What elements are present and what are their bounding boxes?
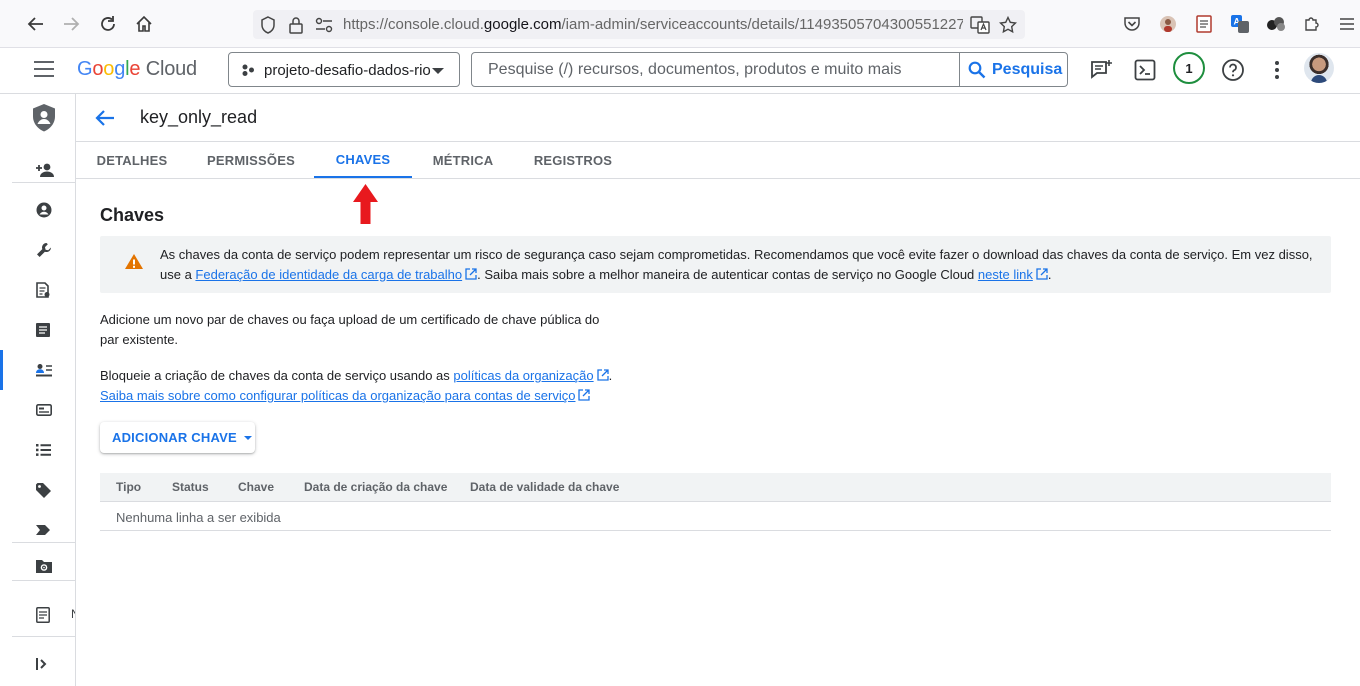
address-bar[interactable]: https://console.cloud.google.com/iam-adm… bbox=[253, 10, 1025, 39]
tab-bar: DETALHES PERMISSÕES CHAVES MÉTRICA REGIS… bbox=[76, 142, 1360, 179]
search-button[interactable]: Pesquisa bbox=[959, 53, 1067, 86]
reload-icon[interactable] bbox=[94, 10, 122, 38]
translate-icon[interactable] bbox=[969, 14, 991, 36]
audit-icon[interactable] bbox=[0, 310, 75, 350]
back-icon[interactable] bbox=[22, 10, 50, 38]
empty-table-message: Nenhuma linha a ser exibida bbox=[116, 510, 281, 525]
project-picker[interactable]: projeto-desafio-dados-rio bbox=[228, 52, 460, 87]
warning-icon bbox=[125, 254, 143, 269]
add-key-label: ADICIONAR CHAVE bbox=[112, 430, 237, 445]
warning-text: As chaves da conta de serviço podem repr… bbox=[160, 247, 1313, 282]
column-header-status[interactable]: Status bbox=[172, 480, 209, 494]
intro-line-2: par existente. bbox=[100, 332, 179, 347]
logo-google: Google bbox=[77, 58, 141, 80]
external-link-icon bbox=[578, 389, 591, 401]
policy-doc-icon[interactable] bbox=[0, 270, 75, 310]
label-icon[interactable] bbox=[0, 510, 75, 550]
block-keys-text: Bloqueie a criação de chaves da conta de… bbox=[100, 368, 454, 383]
learn-more-org-policies-link[interactable]: Saiba mais sobre como configurar polític… bbox=[100, 388, 591, 403]
card-icon[interactable] bbox=[0, 390, 75, 430]
page-title-bar: key_only_read bbox=[76, 94, 1360, 142]
project-icon bbox=[242, 64, 254, 76]
add-key-button[interactable]: ADICIONAR CHAVE bbox=[100, 422, 255, 453]
search-icon bbox=[968, 61, 986, 78]
list-icon[interactable] bbox=[0, 430, 75, 470]
sidebar-divider bbox=[12, 580, 76, 581]
gemini-chat-icon[interactable] bbox=[1087, 56, 1115, 84]
column-header-type[interactable]: Tipo bbox=[116, 480, 141, 494]
dropdown-arrow-icon bbox=[243, 435, 252, 440]
best-practices-link[interactable]: neste link bbox=[978, 267, 1048, 282]
project-name: projeto-desafio-dados-rio bbox=[264, 62, 431, 79]
intro-text: Adicione um novo par de chaves ou faça u… bbox=[100, 310, 599, 350]
column-header-key[interactable]: Chave bbox=[238, 480, 274, 494]
table-row: Nenhuma linha a ser exibida bbox=[100, 502, 1331, 531]
tab-metrics[interactable]: MÉTRICA bbox=[412, 142, 514, 178]
permissions-icon[interactable] bbox=[313, 14, 335, 36]
shield-icon[interactable] bbox=[257, 14, 279, 36]
extensions-puzzle-icon[interactable] bbox=[1301, 13, 1323, 35]
org-policies-link[interactable]: políticas da organização bbox=[453, 368, 609, 383]
security-warning-banner: As chaves da conta de serviço podem repr… bbox=[100, 236, 1331, 293]
workload-identity-federation-link[interactable]: Federação de identidade da carga de trab… bbox=[195, 267, 477, 282]
external-link-icon bbox=[596, 369, 609, 381]
annotation-up-arrow-icon bbox=[353, 184, 378, 224]
translator-extension-icon[interactable]: A bbox=[1229, 13, 1251, 35]
account-avatar[interactable] bbox=[1304, 53, 1334, 83]
cloud-shell-icon[interactable] bbox=[1131, 56, 1159, 84]
browser-toolbar: https://console.cloud.google.com/iam-adm… bbox=[0, 0, 1360, 48]
column-header-expiry-date[interactable]: Data de validade da chave bbox=[470, 480, 619, 494]
tag-icon[interactable] bbox=[0, 470, 75, 510]
main-menu-icon[interactable] bbox=[34, 61, 54, 77]
tab-permissions[interactable]: PERMISSÕES bbox=[188, 142, 314, 178]
release-notes-icon[interactable]: N bbox=[0, 595, 75, 635]
org-policy-text: Bloqueie a criação de chaves da conta de… bbox=[100, 368, 613, 403]
external-link-icon bbox=[465, 268, 477, 280]
pocket-icon[interactable] bbox=[1121, 13, 1143, 35]
more-vert-icon[interactable] bbox=[1263, 56, 1291, 84]
sidebar-clipped-label: N bbox=[71, 607, 75, 621]
url-text: https://console.cloud.google.com/iam-adm… bbox=[343, 16, 963, 33]
intro-line-1: Adicione um novo par de chaves ou faça u… bbox=[100, 312, 600, 327]
sidebar-divider bbox=[12, 636, 76, 637]
tab-keys[interactable]: CHAVES bbox=[314, 142, 412, 178]
section-heading: Chaves bbox=[100, 205, 165, 225]
home-icon[interactable] bbox=[130, 10, 158, 38]
column-header-creation-date[interactable]: Data de criação da chave bbox=[304, 480, 447, 494]
add-person-icon[interactable] bbox=[0, 150, 75, 190]
keys-table: Tipo Status Chave Data de criação da cha… bbox=[100, 473, 1331, 531]
collapse-icon[interactable] bbox=[0, 644, 75, 684]
console-header: Google Cloud projeto-desafio-dados-rio P… bbox=[0, 48, 1360, 94]
table-header: Tipo Status Chave Data de criação da cha… bbox=[100, 473, 1331, 502]
back-arrow-icon[interactable] bbox=[94, 107, 116, 129]
sidebar-divider bbox=[12, 542, 76, 543]
search-box: Pesquisa bbox=[471, 52, 1068, 87]
logo-cloud-word: Cloud bbox=[145, 58, 197, 80]
forward-icon[interactable] bbox=[57, 10, 85, 38]
account-icon[interactable] bbox=[0, 190, 75, 230]
page-title: key_only_read bbox=[140, 107, 258, 127]
tab-details[interactable]: DETALHES bbox=[76, 142, 188, 178]
chevron-down-icon bbox=[432, 68, 444, 74]
service-accounts-icon[interactable] bbox=[0, 350, 75, 390]
help-icon[interactable] bbox=[1219, 56, 1247, 84]
tab-logs[interactable]: REGISTROS bbox=[514, 142, 632, 178]
profile-extension-icon[interactable] bbox=[1157, 13, 1179, 35]
notifications-badge[interactable]: 1 bbox=[1173, 52, 1205, 84]
reader-extension-icon[interactable] bbox=[1193, 13, 1215, 35]
search-button-label: Pesquisa bbox=[992, 60, 1063, 78]
extension-circles-icon[interactable] bbox=[1265, 13, 1287, 35]
iam-shield-icon[interactable] bbox=[0, 96, 75, 140]
search-input[interactable] bbox=[473, 54, 959, 85]
lock-icon[interactable] bbox=[285, 14, 307, 36]
bookmark-star-icon[interactable] bbox=[997, 14, 1019, 36]
google-cloud-logo[interactable]: Google Cloud bbox=[77, 58, 197, 81]
iam-sidebar: N bbox=[0, 94, 76, 686]
wrench-icon[interactable] bbox=[0, 230, 75, 270]
external-link-icon bbox=[1036, 268, 1048, 280]
app-menu-icon[interactable] bbox=[1336, 13, 1358, 35]
